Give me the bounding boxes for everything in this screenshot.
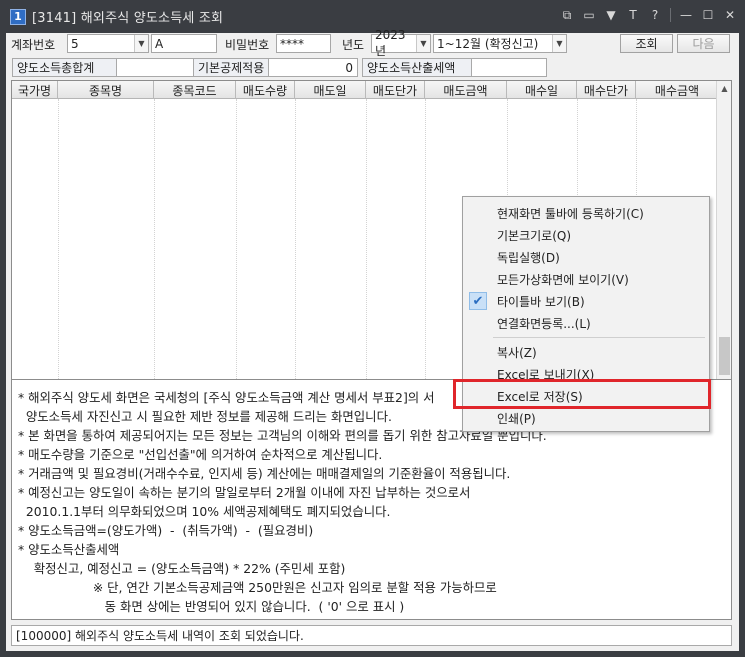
query-button[interactable]: 조회	[620, 34, 673, 53]
account-select[interactable]: 5 ▼	[67, 34, 149, 53]
vertical-scrollbar[interactable]: ▲ ▼	[716, 81, 731, 396]
menu-item-copy[interactable]: 복사(Z)	[463, 341, 709, 363]
highlight-box	[453, 379, 711, 409]
year-value: 2023년	[375, 28, 406, 58]
status-bar: [100000] 해외주식 양도소득세 내역이 조회 되었습니다.	[11, 625, 732, 646]
account-label: 계좌번호	[11, 38, 56, 52]
password-field[interactable]: ****	[276, 34, 331, 53]
grid-divider	[236, 99, 237, 397]
menu-item-show-titlebar[interactable]: ✔ 타이틀바 보기(B)	[463, 290, 709, 312]
note-line: * 거래금액 및 필요경비(거래수수료, 인지세 등) 계산에는 매매결제일의 …	[18, 466, 511, 481]
deduction-label: 기본공제적용	[193, 58, 269, 77]
title-separator	[670, 8, 671, 22]
chevron-down-icon[interactable]: ▼	[134, 35, 148, 52]
scroll-up-icon[interactable]: ▲	[717, 81, 731, 95]
menu-separator	[493, 337, 705, 338]
menu-item-default-size[interactable]: 기본크기로(Q)	[463, 224, 709, 246]
year-label: 년도	[342, 38, 365, 52]
menu-item-print[interactable]: 인쇄(P)	[463, 407, 709, 429]
account-name-field[interactable]: A	[151, 34, 217, 53]
restore-icon[interactable]: ⧉	[560, 8, 574, 22]
minimize-icon[interactable]: —	[679, 8, 693, 22]
title-icons: ⧉ ▭ ▼ T ? — ☐ ✕	[560, 8, 737, 22]
grid-divider	[58, 99, 59, 397]
pin-icon[interactable]: ▼	[604, 8, 618, 22]
help-icon[interactable]: ?	[648, 8, 662, 22]
note-line: * 매도수량을 기준으로 "선입선출"에 의거하여 순차적으로 계산됩니다.	[18, 447, 383, 462]
window-title: [3141] 해외주식 양도소득세 조회	[32, 11, 224, 26]
close-icon[interactable]: ✕	[723, 8, 737, 22]
note-line: * 양도소득산출세액	[18, 542, 120, 557]
grid-divider	[154, 99, 155, 397]
chevron-down-icon[interactable]: ▼	[552, 35, 566, 52]
column-header[interactable]: 종목코드	[154, 81, 236, 99]
grid-divider	[366, 99, 367, 397]
account-value: 5	[71, 36, 79, 51]
column-header[interactable]: 종목명	[58, 81, 154, 99]
layout-icon[interactable]: ▭	[582, 8, 596, 22]
column-header[interactable]: 매수일	[507, 81, 577, 99]
grid-header: 국가명 종목명 종목코드 매도수량 매도일 매도단가 매도금액 매수일 매수단가…	[12, 81, 718, 99]
note-line: 확정신고, 예정신고 = (양도소득금액) * 22% (주민세 포함)	[18, 561, 346, 576]
maximize-icon[interactable]: ☐	[701, 8, 715, 22]
menu-item-linked-screen[interactable]: 연결화면등록...(L)	[463, 312, 709, 334]
checkmark-icon: ✔	[469, 292, 487, 310]
column-header[interactable]: 매수단가	[577, 81, 636, 99]
note-line: 2010.1.1부터 의무화되었으며 10% 세액공제혜택도 폐지되었습니다.	[18, 504, 391, 519]
password-label: 비밀번호	[225, 38, 270, 52]
column-header[interactable]: 매도금액	[425, 81, 507, 99]
grid-divider	[295, 99, 296, 397]
note-line: * 예정신고는 양도일이 속하는 분기의 말일로부터 2개월 이내에 자진 납부…	[18, 485, 471, 500]
period-value: 1~12월 (확정신고)	[437, 37, 539, 51]
calculated-tax-label: 양도소득산출세액	[362, 58, 472, 77]
column-header[interactable]: 매수금액	[636, 81, 718, 99]
note-line: * 양도소득금액=(양도가액) - (취득가액) - (필요경비)	[18, 523, 314, 538]
column-header[interactable]: 매도단가	[366, 81, 425, 99]
vertical-scroll-thumb[interactable]	[719, 337, 730, 375]
column-header[interactable]: 매도수량	[236, 81, 295, 99]
menu-item-show-all-screens[interactable]: 모든가상화면에 보이기(V)	[463, 268, 709, 290]
total-income-value	[116, 58, 194, 77]
grid-divider	[425, 99, 426, 397]
note-line: 동 화면 상에는 반영되어 있지 않습니다. ( '0' 으로 표시 )	[18, 599, 405, 614]
menu-item-standalone[interactable]: 독립실행(D)	[463, 246, 709, 268]
period-select[interactable]: 1~12월 (확정신고) ▼	[433, 34, 567, 53]
calculated-tax-value	[471, 58, 547, 77]
deduction-value: 0	[268, 58, 358, 77]
note-line: ※ 단, 연간 기본소득공제금액 250만원은 신고자 임의로 분할 적용 가능…	[18, 580, 497, 595]
total-income-label: 양도소득총합계	[12, 58, 117, 77]
window-number-badge: 1	[10, 8, 26, 25]
menu-item-label: 타이틀바 보기(B)	[497, 294, 585, 309]
column-header[interactable]: 국가명	[12, 81, 58, 99]
text-icon[interactable]: T	[626, 8, 640, 22]
next-button[interactable]: 다음	[677, 34, 730, 53]
chevron-down-icon[interactable]: ▼	[416, 35, 430, 52]
year-select[interactable]: 2023년 ▼	[371, 28, 431, 58]
menu-item-register-toolbar[interactable]: 현재화면 툴바에 등록하기(C)	[463, 202, 709, 224]
column-header[interactable]: 매도일	[295, 81, 366, 99]
